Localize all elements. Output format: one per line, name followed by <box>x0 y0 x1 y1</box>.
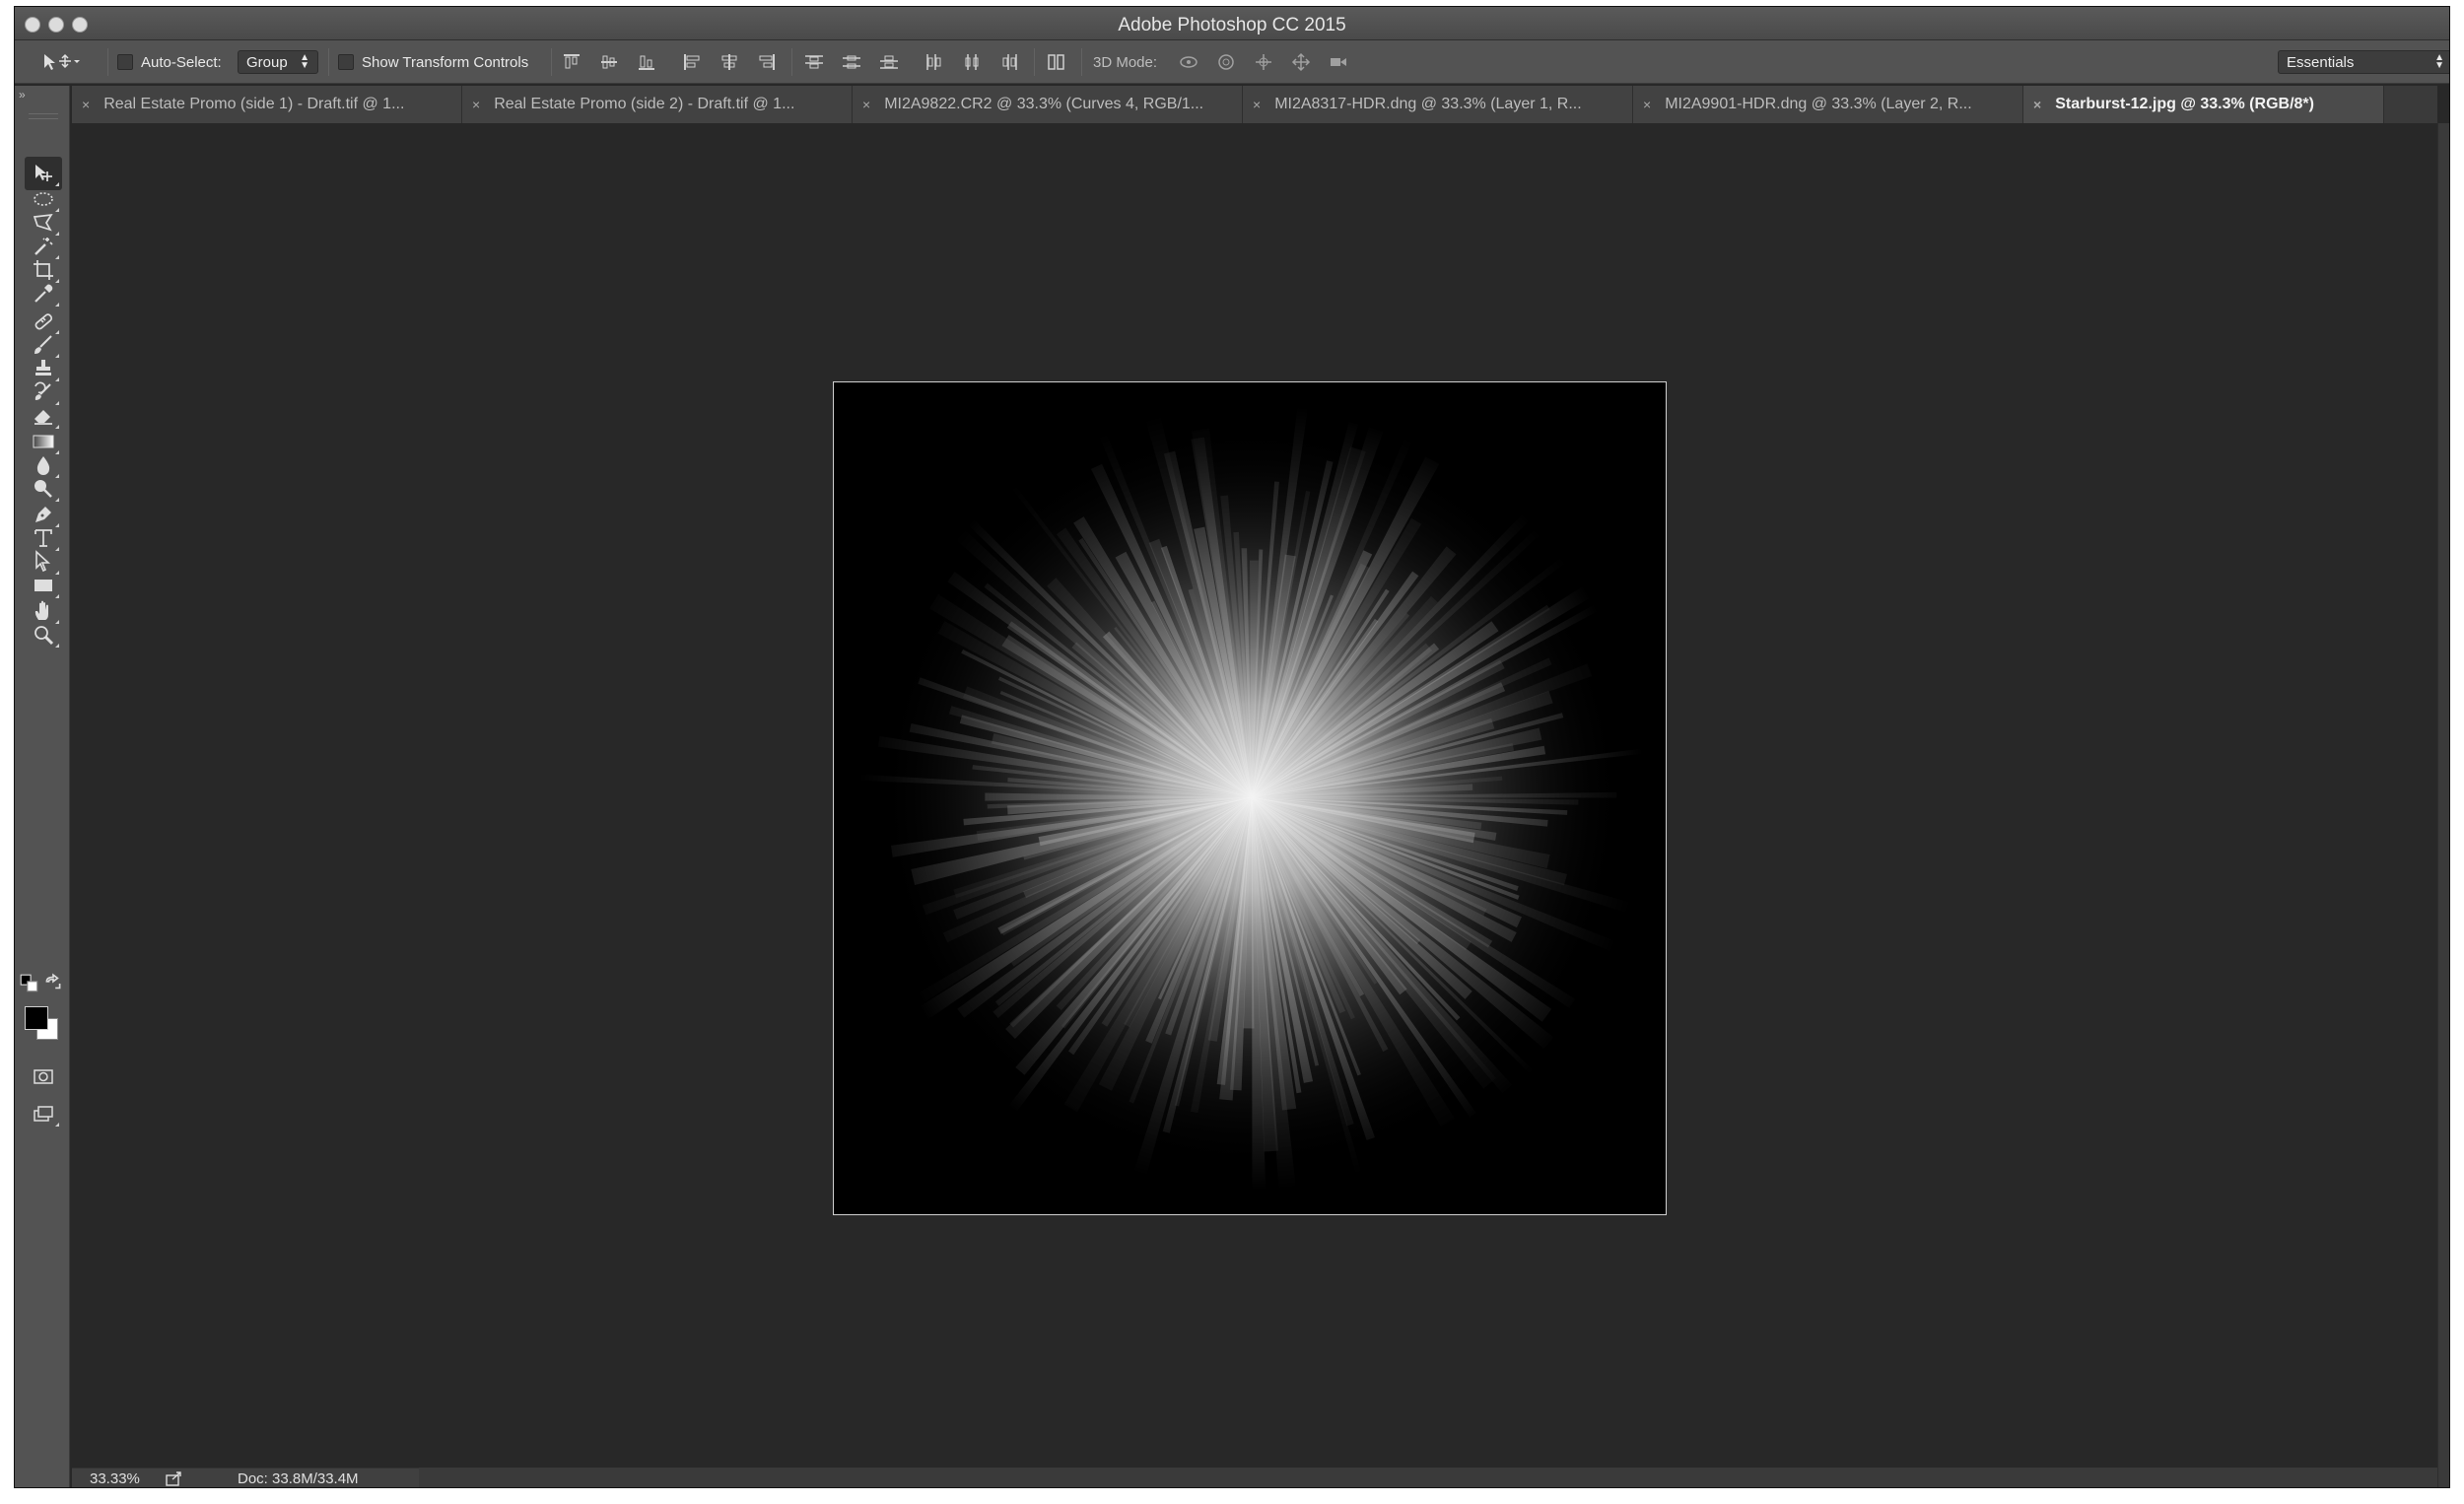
align-top-edges-icon[interactable] <box>561 52 582 72</box>
starburst-image <box>834 382 1666 1214</box>
move-tool-preset-icon <box>44 53 80 70</box>
auto-select-toggle[interactable]: Auto-Select: <box>117 40 222 84</box>
distribute-left-edges-icon[interactable] <box>924 52 945 72</box>
tab-close-icon[interactable]: × <box>472 97 480 112</box>
3d-pan-icon[interactable] <box>1253 52 1274 72</box>
doc-size-info: Doc: 33.8M/33.4M <box>238 1470 359 1487</box>
tab-label: MI2A8317-HDR.dng @ 33.3% (Layer 1, R... <box>1274 96 1582 112</box>
tools-panel: » <box>15 86 70 1487</box>
align-bottom-edges-icon[interactable] <box>636 52 657 72</box>
tab-label: MI2A9822.CR2 @ 33.3% (Curves 4, RGB/1... <box>884 96 1204 112</box>
workspace-dropdown[interactable]: Essentials ▲ ▼ <box>2278 50 2449 74</box>
tab-label: Real Estate Promo (side 1) - Draft.tif @… <box>103 96 405 112</box>
horizontal-scrollbar[interactable] <box>419 1468 2437 1487</box>
title-bar: Adobe Photoshop CC 2015 <box>15 7 2449 40</box>
tool-preset-picker[interactable] <box>40 40 80 84</box>
3d-mode-label: 3D Mode: <box>1093 53 1158 71</box>
panel-grip[interactable] <box>29 113 58 119</box>
workspace-switcher[interactable]: Essentials ▲ ▼ <box>2278 40 2449 84</box>
vertical-scrollbar[interactable] <box>2437 123 2449 1487</box>
3d-roll-icon[interactable] <box>1215 52 1237 72</box>
zoom-level[interactable]: 33.33% <box>90 1470 140 1487</box>
auto-select-label: Auto-Select: <box>141 53 222 71</box>
tab-close-icon[interactable]: × <box>862 97 870 112</box>
document-canvas[interactable] <box>833 381 1667 1215</box>
swap-colors-icon[interactable] <box>42 973 64 994</box>
tab-close-icon[interactable]: × <box>1643 97 1651 112</box>
auto-select-dropdown[interactable]: Group ▲ ▼ <box>238 50 318 74</box>
quick-mask-mode-icon[interactable] <box>25 1060 62 1093</box>
auto-select-target[interactable]: Group ▲ ▼ <box>238 40 318 84</box>
distribute-bottom-edges-icon[interactable] <box>878 52 900 72</box>
tab-close-icon[interactable]: × <box>82 97 90 112</box>
window-title: Adobe Photoshop CC 2015 <box>1118 15 1346 35</box>
dropdown-arrows-icon: ▲ ▼ <box>2434 52 2444 71</box>
align-left-edges-icon[interactable] <box>681 52 703 72</box>
document-tab[interactable]: × MI2A8317-HDR.dng @ 33.3% (Layer 1, R... <box>1243 86 1633 123</box>
align-right-edges-icon[interactable] <box>756 52 778 72</box>
document-tab[interactable]: × Starburst-12.jpg @ 33.3% (RGB/8*) <box>2023 86 2384 123</box>
workspace-value: Essentials <box>2287 53 2355 71</box>
auto-align-layers-icon[interactable] <box>1046 52 1067 72</box>
distribute-vertical-centers-icon[interactable] <box>841 52 862 72</box>
zoom-tool-icon[interactable] <box>25 618 62 651</box>
auto-select-checkbox[interactable] <box>117 54 133 70</box>
foreground-color-swatch[interactable] <box>25 1006 48 1030</box>
tab-close-icon[interactable]: × <box>1253 97 1261 112</box>
color-swatches[interactable] <box>21 1002 64 1046</box>
document-tab[interactable]: × MI2A9822.CR2 @ 33.3% (Curves 4, RGB/1..… <box>853 86 1243 123</box>
show-transform-label: Show Transform Controls <box>362 53 529 71</box>
document-tabs: × Real Estate Promo (side 1) - Draft.tif … <box>72 86 2437 123</box>
3d-orbit-icon[interactable] <box>1178 52 1199 72</box>
auto-select-value: Group <box>246 53 288 71</box>
tab-label: MI2A9901-HDR.dng @ 33.3% (Layer 2, R... <box>1665 96 1972 112</box>
distribute-horizontal-centers-icon[interactable] <box>961 52 983 72</box>
document-tab[interactable]: × Real Estate Promo (side 1) - Draft.tif … <box>72 86 462 123</box>
share-icon[interactable] <box>165 1470 184 1487</box>
document-tab[interactable]: × Real Estate Promo (side 2) - Draft.tif … <box>462 86 853 123</box>
distribute-top-edges-icon[interactable] <box>803 52 825 72</box>
align-horizontal-centers-icon[interactable] <box>719 52 740 72</box>
default-colors-icon[interactable] <box>19 973 40 994</box>
photoshop-window: Adobe Photoshop CC 2015 Auto-Select: Gro… <box>14 6 2450 1488</box>
tab-label: Real Estate Promo (side 2) - Draft.tif @… <box>494 96 795 112</box>
options-bar: Auto-Select: Group ▲ ▼ Show Transform Con… <box>15 40 2449 84</box>
dropdown-arrows-icon: ▲ ▼ <box>300 52 309 71</box>
show-transform-toggle[interactable]: Show Transform Controls <box>338 40 528 84</box>
tab-close-icon[interactable]: × <box>2033 97 2041 112</box>
3d-slide-icon[interactable] <box>1290 52 1312 72</box>
distribute-right-edges-icon[interactable] <box>998 52 1020 72</box>
3d-scale-icon[interactable] <box>1328 52 1349 72</box>
align-vertical-centers-icon[interactable] <box>598 52 620 72</box>
screen-mode-icon[interactable] <box>25 1097 62 1130</box>
canvas-area[interactable] <box>72 123 2437 1473</box>
show-transform-checkbox[interactable] <box>338 54 354 70</box>
panel-collapse-icon[interactable]: » <box>19 88 26 102</box>
document-tab[interactable]: × MI2A9901-HDR.dng @ 33.3% (Layer 2, R... <box>1633 86 2023 123</box>
tab-label: Starburst-12.jpg @ 33.3% (RGB/8*) <box>2055 96 2314 112</box>
